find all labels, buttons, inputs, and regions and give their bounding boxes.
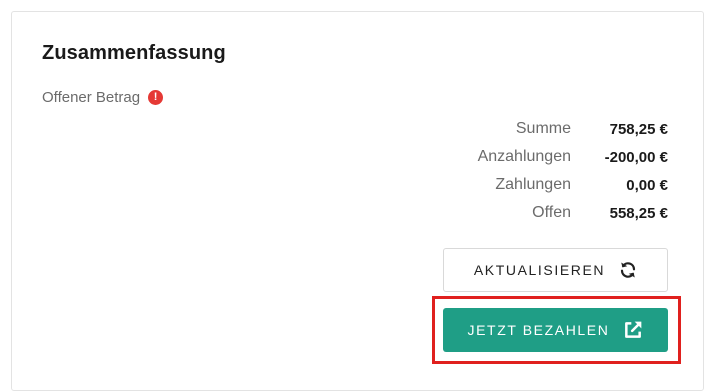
open-amount-header: Offener Betrag ! <box>42 87 164 107</box>
pay-now-button[interactable]: JETZT BEZAHLEN <box>443 308 668 352</box>
summary-row-label: Offen <box>532 204 571 221</box>
summary-row-label: Anzahlungen <box>477 148 571 165</box>
exclamation-circle-icon: ! <box>148 89 164 105</box>
summary-row-total: Summe 758,25 € <box>300 118 668 140</box>
refresh-icon <box>619 261 637 279</box>
summary-row-label: Zahlungen <box>495 176 571 193</box>
summary-row-value: -200,00 € <box>604 148 668 166</box>
card-title: Zusammenfassung <box>42 42 226 64</box>
summary-row-label: Summe <box>515 120 571 137</box>
summary-row-open: Offen 558,25 € <box>300 202 668 224</box>
open-amount-label: Offener Betrag <box>42 88 141 106</box>
summary-row-deposits: Anzahlungen -200,00 € <box>300 146 668 168</box>
external-link-icon <box>623 320 643 340</box>
summary-row-payments: Zahlungen 0,00 € <box>300 174 668 196</box>
summary-row-value: 558,25 € <box>609 204 668 222</box>
summary-row-value: 758,25 € <box>609 120 668 138</box>
refresh-button-label: AKTUALISIEREN <box>473 262 606 278</box>
summary-row-value: 0,00 € <box>626 176 668 194</box>
refresh-button[interactable]: AKTUALISIEREN <box>443 248 668 292</box>
pay-now-button-label: JETZT BEZAHLEN <box>467 322 610 338</box>
